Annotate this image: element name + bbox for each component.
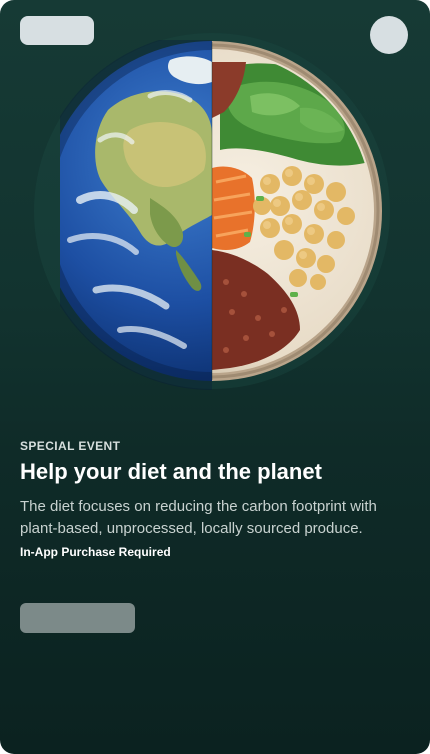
get-button[interactable] [20,603,135,633]
event-eyebrow: SPECIAL EVENT [20,439,121,453]
close-button[interactable] [370,16,408,54]
earth-bowl-artwork [0,0,430,440]
in-app-purchase-note: In-App Purchase Required [20,545,171,559]
badge-placeholder [20,16,94,45]
event-description: The diet focuses on reducing the carbon … [20,498,377,537]
event-title: Help your diet and the planet [20,459,322,484]
event-card[interactable]: SPECIAL EVENT Help your diet and the pla… [0,0,430,754]
event-text: SPECIAL EVENT Help your diet and the pla… [20,438,410,560]
earth-bowl-illustration [34,33,390,390]
